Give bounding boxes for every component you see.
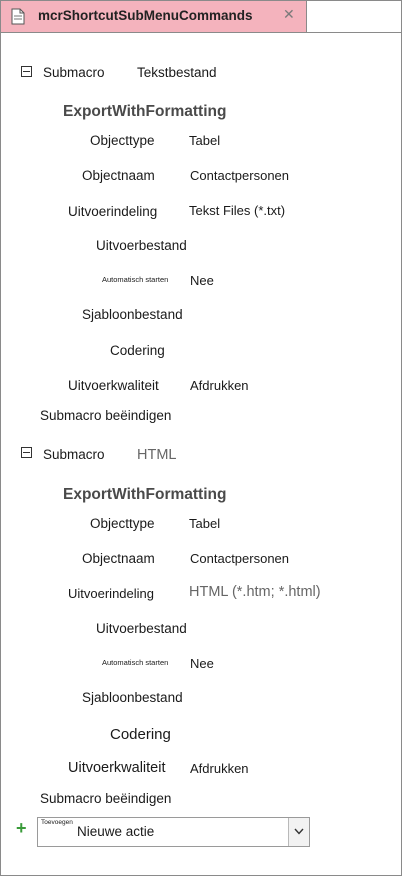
dropdown-button[interactable] bbox=[288, 818, 309, 846]
tab-mcrShortcutSubMenuCommands[interactable]: mcrShortcutSubMenuCommands ✕ bbox=[1, 1, 307, 32]
add-action-tag: Toevoegen bbox=[41, 819, 73, 826]
submacro-end: Submacro beëindigen bbox=[40, 791, 172, 806]
macro-designer-window bbox=[0, 0, 402, 876]
uitvoerindeling-value[interactable]: Tekst Files (*.txt) bbox=[189, 203, 285, 218]
sjabloonbestand-label: Sjabloonbestand bbox=[82, 307, 183, 322]
objecttype-value[interactable]: Tabel bbox=[189, 133, 220, 148]
objecttype-label: Objecttype bbox=[90, 133, 155, 148]
chevron-down-icon bbox=[294, 828, 304, 835]
submacro-label: Submacro bbox=[43, 447, 105, 462]
tab-title: mcrShortcutSubMenuCommands bbox=[38, 8, 253, 23]
automatisch-starten-value[interactable]: Nee bbox=[190, 273, 214, 288]
document-tab-bar: mcrShortcutSubMenuCommands ✕ bbox=[1, 1, 401, 33]
objecttype-value[interactable]: Tabel bbox=[189, 516, 220, 531]
submacro-name[interactable]: HTML bbox=[137, 447, 176, 463]
automatisch-starten-label: Automatisch starten bbox=[102, 658, 169, 667]
action-name[interactable]: ExportWithFormatting bbox=[63, 486, 226, 504]
automatisch-starten-value[interactable]: Nee bbox=[190, 656, 214, 671]
close-icon[interactable]: ✕ bbox=[283, 6, 295, 23]
codering-label: Codering bbox=[110, 343, 165, 358]
collapse-toggle-icon[interactable] bbox=[21, 66, 32, 77]
submacro-name[interactable]: Tekstbestand bbox=[137, 65, 217, 80]
uitvoerbestand-label: Uitvoerbestand bbox=[96, 621, 187, 636]
action-name[interactable]: ExportWithFormatting bbox=[63, 103, 226, 121]
macro-doc-icon bbox=[11, 8, 25, 25]
uitvoerbestand-label: Uitvoerbestand bbox=[96, 238, 187, 253]
uitvoerindeling-label: Uitvoerindeling bbox=[68, 586, 154, 601]
submacro-label: Submacro bbox=[43, 65, 105, 80]
uitvoerindeling-label: Uitvoerindeling bbox=[68, 204, 158, 219]
objectnaam-label: Objectnaam bbox=[82, 551, 155, 566]
add-action-value[interactable]: Nieuwe actie bbox=[77, 824, 154, 839]
codering-label: Codering bbox=[110, 726, 171, 743]
uitvoerindeling-value[interactable]: HTML (*.htm; *.html) bbox=[189, 584, 321, 600]
objectnaam-value[interactable]: Contactpersonen bbox=[190, 551, 289, 566]
uitvoerkwaliteit-value[interactable]: Afdrukken bbox=[190, 378, 249, 393]
automatisch-starten-label: Automatisch starten bbox=[102, 275, 169, 284]
sjabloonbestand-label: Sjabloonbestand bbox=[82, 690, 183, 705]
uitvoerkwaliteit-value[interactable]: Afdrukken bbox=[190, 761, 249, 776]
submacro-end: Submacro beëindigen bbox=[40, 408, 172, 423]
add-action-combobox[interactable]: Toevoegen Nieuwe actie bbox=[37, 817, 310, 847]
plus-icon[interactable]: + bbox=[16, 819, 27, 837]
objectnaam-value[interactable]: Contactpersonen bbox=[190, 168, 289, 183]
collapse-toggle-icon[interactable] bbox=[21, 447, 32, 458]
objectnaam-label: Objectnaam bbox=[82, 168, 155, 183]
uitvoerkwaliteit-label: Uitvoerkwaliteit bbox=[68, 760, 166, 776]
uitvoerkwaliteit-label: Uitvoerkwaliteit bbox=[68, 378, 159, 393]
objecttype-label: Objecttype bbox=[90, 516, 155, 531]
